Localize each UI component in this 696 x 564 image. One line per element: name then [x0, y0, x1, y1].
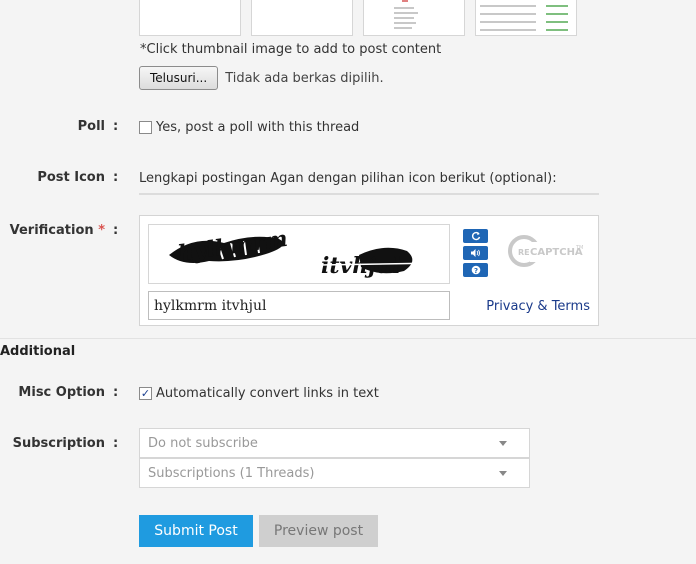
audio-icon[interactable]: [463, 246, 488, 260]
poll-checkbox[interactable]: [139, 121, 152, 134]
required-marker: *: [98, 223, 105, 238]
captcha-input-value: hylkmrm itvhjul: [154, 297, 267, 314]
svg-text:RE: RE: [518, 248, 530, 257]
captcha-input[interactable]: hylkmrm itvhjul: [148, 291, 450, 320]
thumbnail-strip: [139, 0, 577, 36]
recaptcha-widget: hylkmrm itvhjul hylkmrm itvhjul ? RE CAP…: [139, 215, 599, 326]
recaptcha-logo: RE CAPTCHA TM: [506, 232, 586, 272]
thumbnail-image[interactable]: [139, 0, 241, 36]
subscription-folder-select[interactable]: Subscriptions (1 Threads): [139, 458, 530, 488]
svg-text:hylkmrm: hylkmrm: [176, 226, 289, 267]
chevron-down-icon: [499, 441, 507, 446]
post-icon-colon: :: [113, 170, 119, 185]
thumbnail-image[interactable]: [251, 0, 353, 36]
additional-section-title: Additional: [0, 344, 76, 359]
privacy-terms-link[interactable]: Privacy & Terms: [486, 299, 590, 314]
poll-label: Poll: [77, 119, 105, 134]
subscription-colon: :: [113, 436, 119, 451]
post-icon-prompt: Lengkapi postingan Agan dengan pilihan i…: [139, 171, 599, 195]
post-icon-label: Post Icon: [37, 170, 105, 185]
file-status: Tidak ada berkas dipilih.: [225, 70, 384, 86]
poll-checkbox-label: Yes, post a poll with this thread: [156, 120, 360, 135]
chevron-down-icon: [499, 471, 507, 476]
thumbnail-hint: *Click thumbnail image to add to post co…: [140, 42, 442, 57]
svg-text:itvhjul: itvhjul: [321, 253, 401, 279]
file-upload: Telusuri... Tidak ada berkas dipilih.: [139, 66, 384, 90]
convert-links-label: Automatically convert links in text: [156, 386, 379, 401]
subscription-select[interactable]: Do not subscribe: [139, 428, 530, 458]
svg-text:CAPTCHA: CAPTCHA: [530, 247, 583, 258]
poll-option[interactable]: Yes, post a poll with this thread: [139, 120, 359, 135]
subscription-folder-value: Subscriptions (1 Threads): [148, 465, 315, 481]
misc-option[interactable]: ✓ Automatically convert links in text: [139, 386, 379, 401]
thumbnail-image[interactable]: [363, 0, 465, 36]
misc-option-label: Misc Option: [18, 385, 105, 400]
thumbnail-image[interactable]: [475, 0, 577, 36]
subscription-label: Subscription: [12, 436, 105, 451]
submit-post-button[interactable]: Submit Post: [139, 515, 253, 547]
refresh-icon[interactable]: [463, 229, 488, 243]
poll-colon: :: [113, 119, 119, 134]
svg-text:?: ?: [473, 267, 477, 275]
help-icon[interactable]: ?: [463, 263, 488, 277]
misc-option-colon: :: [113, 385, 119, 400]
verification-colon: :: [113, 223, 119, 238]
convert-links-checkbox[interactable]: ✓: [139, 387, 152, 400]
subscription-select-value: Do not subscribe: [148, 435, 258, 451]
svg-text:TM: TM: [575, 245, 583, 251]
preview-post-button[interactable]: Preview post: [259, 515, 378, 547]
section-divider: [0, 338, 696, 339]
verification-label-text: Verification: [9, 223, 94, 238]
captcha-controls: ?: [463, 229, 488, 277]
verification-label: Verification *: [0, 223, 105, 238]
browse-button[interactable]: Telusuri...: [139, 66, 219, 90]
captcha-image: hylkmrm itvhjul: [148, 224, 450, 284]
